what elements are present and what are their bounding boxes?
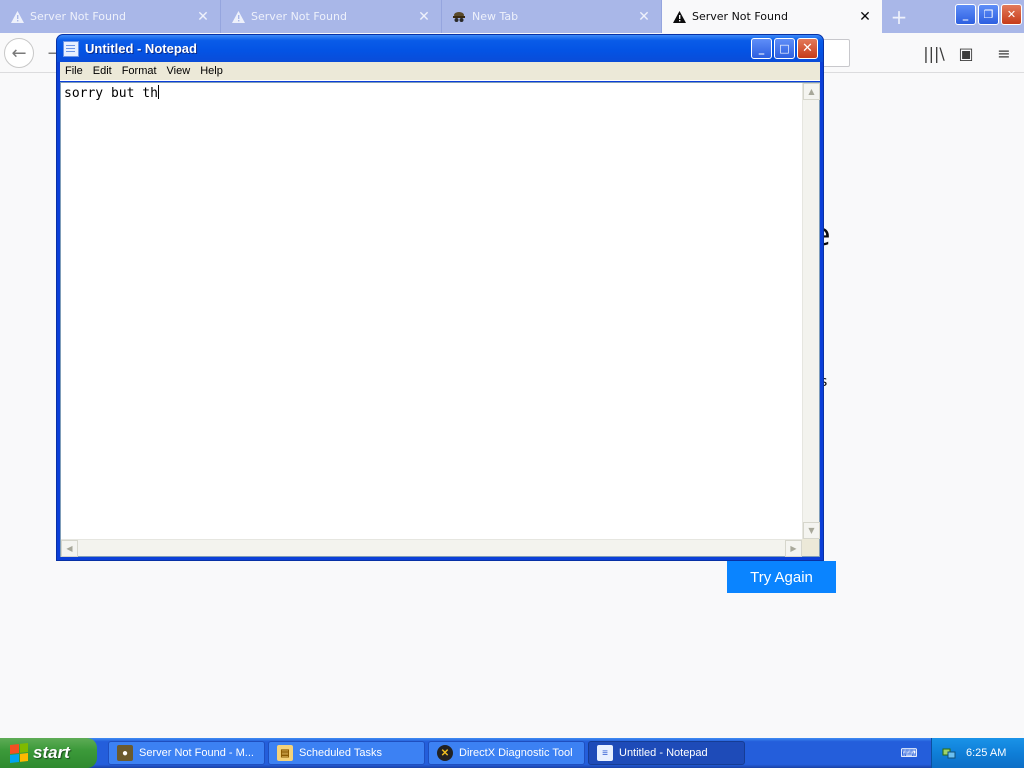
- start-label: start: [33, 743, 70, 762]
- spy-icon: [452, 10, 466, 23]
- browser-close-button[interactable]: ✕: [1001, 4, 1022, 25]
- vertical-scrollbar[interactable]: ▲ ▼: [802, 83, 820, 539]
- close-tab-icon[interactable]: ✕: [858, 9, 872, 25]
- tab-new-tab[interactable]: New Tab ✕: [442, 0, 662, 33]
- tab-server-not-found-active[interactable]: Server Not Found ✕: [662, 0, 882, 33]
- task-firefox[interactable]: ● Server Not Found - M...: [108, 741, 265, 765]
- start-button[interactable]: start: [0, 738, 97, 768]
- warning-icon: [231, 10, 245, 23]
- tab-label: Server Not Found: [251, 10, 347, 23]
- menu-edit[interactable]: Edit: [88, 65, 117, 77]
- menu-file[interactable]: File: [60, 65, 88, 77]
- notepad-icon: [63, 40, 79, 57]
- warning-icon: [672, 10, 686, 23]
- firefox-icon: ●: [117, 745, 133, 761]
- tab-label: New Tab: [472, 10, 519, 23]
- close-button[interactable]: ✕: [797, 38, 818, 59]
- window-title: Untitled - Notepad: [85, 41, 197, 56]
- new-tab-button[interactable]: +: [884, 0, 914, 33]
- minimize-button[interactable]: _: [751, 38, 772, 59]
- tab-server-not-found-2[interactable]: Server Not Found ✕: [221, 0, 442, 33]
- notepad-title-bar[interactable]: Untitled - Notepad _ □ ✕: [57, 35, 823, 62]
- text-caret: [157, 85, 159, 99]
- menu-help[interactable]: Help: [195, 65, 228, 77]
- scroll-down-icon[interactable]: ▼: [803, 522, 820, 539]
- menu-bar: File Edit Format View Help: [60, 62, 820, 81]
- task-label: DirectX Diagnostic Tool: [459, 747, 573, 759]
- clock[interactable]: 6:25 AM: [966, 747, 1006, 759]
- warning-icon: [10, 10, 24, 23]
- sidebar-icon[interactable]: ▣: [952, 39, 980, 67]
- scroll-left-icon[interactable]: ◀: [61, 540, 78, 557]
- task-label: Untitled - Notepad: [619, 747, 708, 759]
- try-again-button[interactable]: Try Again: [727, 561, 836, 593]
- tab-label: Server Not Found: [692, 10, 788, 23]
- tab-server-not-found-1[interactable]: Server Not Found ✕: [0, 0, 221, 33]
- task-directx[interactable]: ✕ DirectX Diagnostic Tool: [428, 741, 585, 765]
- windows-logo-icon: [10, 743, 28, 763]
- back-button[interactable]: ←: [4, 38, 34, 68]
- maximize-button[interactable]: □: [774, 38, 795, 59]
- close-tab-icon[interactable]: ✕: [637, 9, 651, 25]
- close-tab-icon[interactable]: ✕: [196, 9, 210, 25]
- scroll-up-icon[interactable]: ▲: [803, 83, 820, 100]
- document-text[interactable]: sorry but th: [64, 85, 159, 101]
- notepad-icon: ≡: [597, 745, 613, 761]
- document-content: sorry but th: [64, 86, 158, 101]
- browser-minimize-button[interactable]: _: [955, 4, 976, 25]
- menu-view[interactable]: View: [162, 65, 196, 77]
- task-label: Server Not Found - M...: [139, 747, 254, 759]
- taskbar: start ● Server Not Found - M... ▤ Schedu…: [0, 738, 1024, 768]
- horizontal-scrollbar[interactable]: ◀ ▶: [61, 539, 802, 557]
- browser-restore-button[interactable]: ❐: [978, 4, 999, 25]
- directx-icon: ✕: [437, 745, 453, 761]
- scroll-right-icon[interactable]: ▶: [785, 540, 802, 557]
- menu-icon[interactable]: ≡: [990, 39, 1018, 67]
- system-tray: 6:25 AM: [931, 738, 1024, 768]
- notepad-window: Untitled - Notepad _ □ ✕ File Edit Forma…: [56, 34, 824, 561]
- library-icon[interactable]: |||\: [920, 39, 948, 67]
- task-scheduled-tasks[interactable]: ▤ Scheduled Tasks: [268, 741, 425, 765]
- network-icon[interactable]: [942, 746, 956, 760]
- keyboard-icon[interactable]: ⌨: [900, 745, 918, 761]
- scheduled-tasks-icon: ▤: [277, 745, 293, 761]
- menu-format[interactable]: Format: [117, 65, 162, 77]
- close-tab-icon[interactable]: ✕: [417, 9, 431, 25]
- task-notepad[interactable]: ≡ Untitled - Notepad: [588, 741, 745, 765]
- task-label: Scheduled Tasks: [299, 747, 382, 759]
- resize-grip-icon[interactable]: [802, 539, 819, 556]
- text-area[interactable]: sorry but th ▲ ▼ ◀ ▶: [60, 82, 820, 557]
- tab-label: Server Not Found: [30, 10, 126, 23]
- browser-tab-bar: Server Not Found ✕ Server Not Found ✕ Ne…: [0, 0, 1024, 33]
